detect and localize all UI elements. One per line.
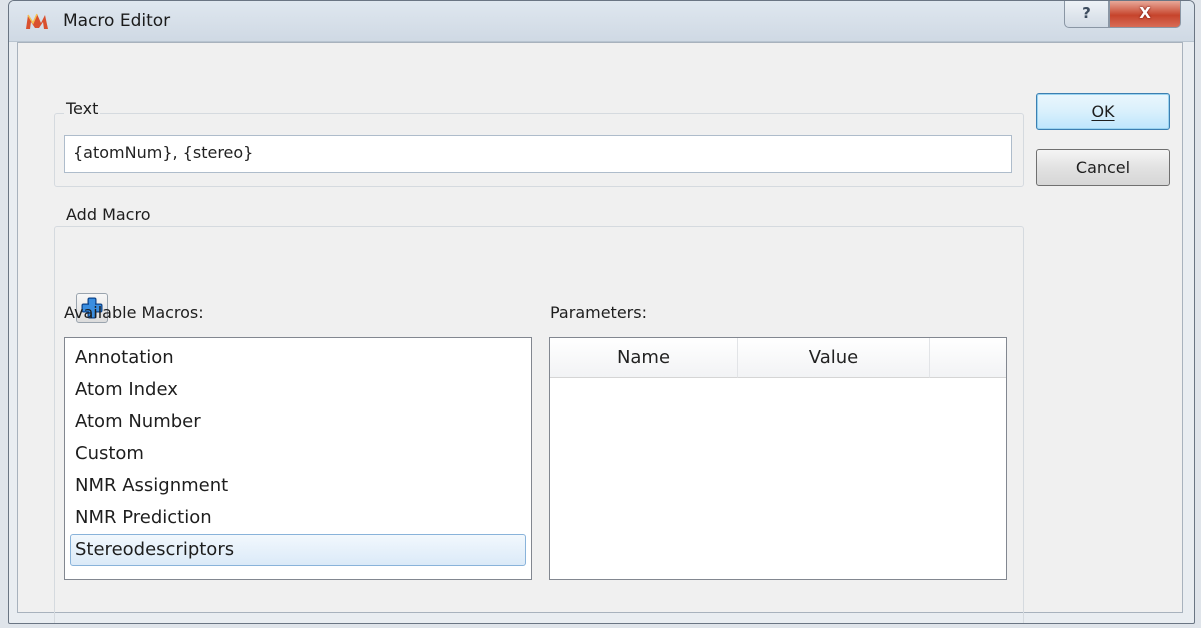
ok-button-label: OK xyxy=(1091,102,1115,121)
cancel-button[interactable]: Cancel xyxy=(1036,149,1170,186)
macro-editor-window: Macro Editor ? X Text {atomNum}, {stereo… xyxy=(8,0,1195,624)
parameters-label: Parameters: xyxy=(550,303,647,322)
ok-button[interactable]: OK xyxy=(1036,93,1170,130)
list-item[interactable]: NMR Prediction xyxy=(70,502,526,534)
list-item[interactable]: Atom Number xyxy=(70,406,526,438)
cancel-button-label: Cancel xyxy=(1075,158,1131,177)
text-group-label: Text xyxy=(64,99,101,118)
close-icon: X xyxy=(1139,4,1151,22)
list-item[interactable]: NMR Assignment xyxy=(70,470,526,502)
parameters-table[interactable]: Name Value xyxy=(549,337,1007,580)
available-macros-list[interactable]: Annotation Atom Index Atom Number Custom… xyxy=(64,337,532,580)
help-button[interactable]: ? xyxy=(1064,1,1109,28)
macro-text-input[interactable]: {atomNum}, {stereo} xyxy=(64,135,1012,173)
app-logo-icon xyxy=(26,13,48,29)
help-icon: ? xyxy=(1082,4,1091,22)
column-header-filler xyxy=(930,338,1006,378)
available-macros-label: Available Macros: xyxy=(64,303,204,322)
column-header-name[interactable]: Name xyxy=(550,338,738,378)
list-item[interactable]: Custom xyxy=(70,438,526,470)
list-item-selected[interactable]: Stereodescriptors xyxy=(70,534,526,566)
window-title: Macro Editor xyxy=(63,11,171,31)
column-header-value[interactable]: Value xyxy=(738,338,930,378)
dialog-body: Text {atomNum}, {stereo} Add Macro Avail… xyxy=(17,42,1183,623)
close-button[interactable]: X xyxy=(1109,1,1181,28)
title-bar[interactable]: Macro Editor ? X xyxy=(9,1,1194,42)
list-item[interactable]: Atom Index xyxy=(70,374,526,406)
list-item[interactable]: Annotation xyxy=(70,342,526,374)
add-macro-group-label: Add Macro xyxy=(64,205,153,224)
